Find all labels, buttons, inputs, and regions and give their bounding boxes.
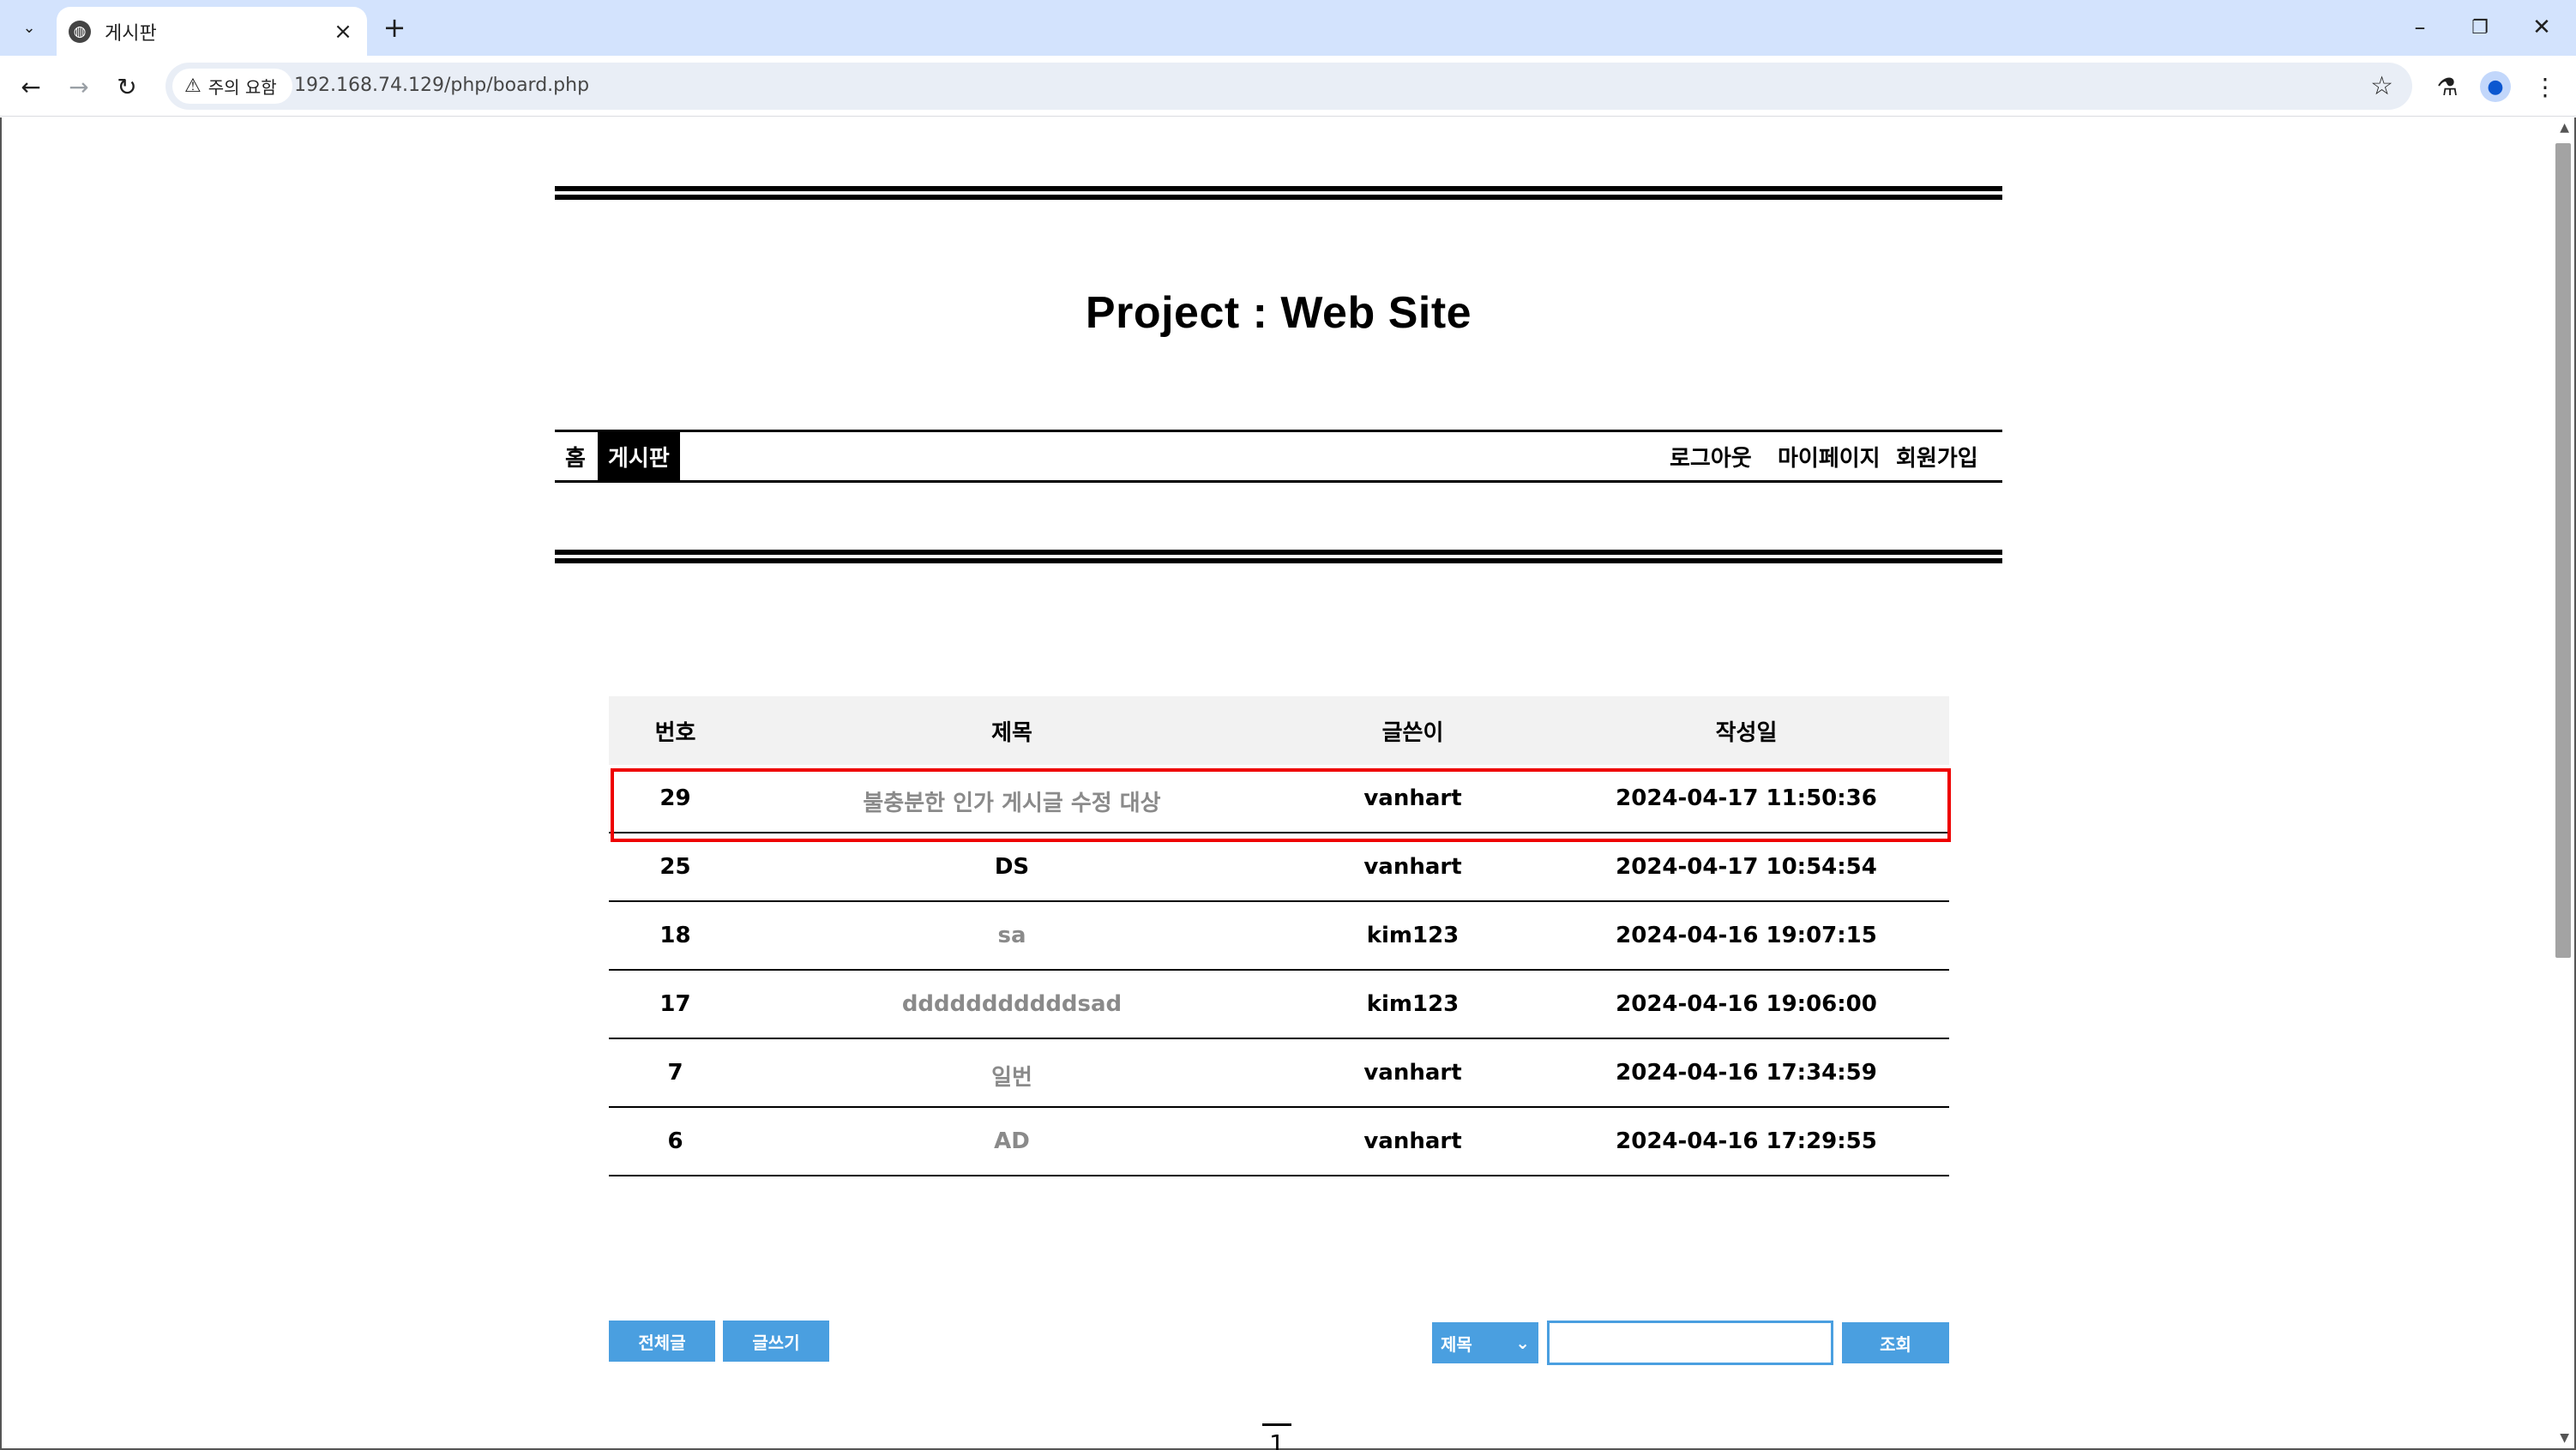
row-title-link[interactable]: dddddddddddsad xyxy=(742,991,1282,1017)
close-tab-icon[interactable]: × xyxy=(331,19,355,45)
row-number: 17 xyxy=(659,991,691,1017)
row-title-link[interactable]: AD xyxy=(742,1128,1282,1154)
row-number: 18 xyxy=(659,923,691,948)
address-bar[interactable]: ⚠ 주의 요함 192.168.74.129/php/board.php ☆ xyxy=(166,63,2412,110)
minimize-icon[interactable]: – xyxy=(2394,9,2446,46)
search-field-selected: 제목 xyxy=(1441,1333,1472,1355)
row-number: 7 xyxy=(667,1060,683,1086)
url-text[interactable]: 192.168.74.129/php/board.php xyxy=(294,75,589,96)
nav-mypage[interactable]: 마이페이지 xyxy=(1767,432,1891,480)
nav-board[interactable]: 게시판 xyxy=(598,432,680,480)
new-tab-icon[interactable]: + xyxy=(377,10,412,45)
top-double-rule xyxy=(555,186,2002,200)
row-title-link[interactable]: 일번 xyxy=(742,1060,1282,1092)
bookmark-star-icon[interactable]: ☆ xyxy=(2370,71,2393,101)
back-icon[interactable]: ← xyxy=(12,68,50,105)
chevron-down-icon: ⌄ xyxy=(1515,1333,1530,1353)
header-writer: 글쓴이 xyxy=(1381,719,1444,746)
table-header: 번호 제목 글쓴이 작성일 xyxy=(609,696,1949,765)
browser-tab[interactable]: ◍ 게시판 × xyxy=(57,7,367,56)
row-title-link[interactable]: sa xyxy=(742,923,1282,948)
forward-icon[interactable]: → xyxy=(60,68,98,105)
table-row: 7 일번 vanhart 2024-04-16 17:34:59 xyxy=(609,1039,1949,1108)
page-viewport: ▲ ▼ Project : Web Site 홈 게시판 로그아웃 마이페이지 … xyxy=(0,117,2576,1450)
reload-icon[interactable]: ↻ xyxy=(108,68,146,105)
site-title: Project : Web Site xyxy=(1085,288,1472,338)
browser-toolbar: ← → ↻ ⚠ 주의 요함 192.168.74.129/php/board.p… xyxy=(0,56,2576,117)
header-title: 제목 xyxy=(991,719,1032,746)
nav-logout[interactable]: 로그아웃 xyxy=(1659,432,1762,480)
warning-icon: ⚠ xyxy=(184,75,202,97)
header-date: 작성일 xyxy=(1715,719,1778,746)
search-button[interactable]: 조회 xyxy=(1842,1322,1949,1363)
all-posts-button[interactable]: 전체글 xyxy=(609,1321,715,1362)
highlight-box xyxy=(611,768,1951,842)
row-date: 2024-04-16 17:34:59 xyxy=(1616,1060,1877,1086)
table-row: 25 DS vanhart 2024-04-17 10:54:54 xyxy=(609,833,1949,902)
bottom-double-rule xyxy=(555,550,2002,563)
row-writer: vanhart xyxy=(1363,1128,1462,1154)
table-row: 6 AD vanhart 2024-04-16 17:29:55 xyxy=(609,1108,1949,1176)
row-date: 2024-04-17 10:54:54 xyxy=(1616,854,1877,880)
table-row: 18 sa kim123 2024-04-16 19:07:15 xyxy=(609,902,1949,971)
row-number: 6 xyxy=(667,1128,683,1154)
tab-strip: ⌄ ◍ 게시판 × + – ❐ ✕ xyxy=(0,0,2576,56)
globe-icon: ◍ xyxy=(69,20,91,43)
security-label: 주의 요함 xyxy=(208,77,277,98)
scroll-down-arrow-icon[interactable]: ▼ xyxy=(2560,1431,2569,1445)
row-writer: vanhart xyxy=(1363,1060,1462,1086)
row-title-link[interactable]: DS xyxy=(742,854,1282,880)
search-field-select[interactable]: 제목 ⌄ xyxy=(1432,1322,1538,1363)
restore-icon[interactable]: ❐ xyxy=(2454,9,2506,46)
row-writer: vanhart xyxy=(1363,854,1462,880)
site-nav: 홈 게시판 로그아웃 마이페이지 회원가입 xyxy=(555,430,2002,483)
scrollbar-thumb[interactable] xyxy=(2555,143,2571,958)
row-date: 2024-04-16 19:06:00 xyxy=(1616,991,1877,1017)
kebab-menu-icon[interactable]: ⋮ xyxy=(2526,68,2564,105)
row-writer: kim123 xyxy=(1366,991,1460,1017)
row-date: 2024-04-16 17:29:55 xyxy=(1616,1128,1877,1154)
labs-flask-icon[interactable]: ⚗ xyxy=(2429,68,2466,105)
table-row: 17 dddddddddddsad kim123 2024-04-16 19:0… xyxy=(609,971,1949,1039)
site-page: Project : Web Site 홈 게시판 로그아웃 마이페이지 회원가입… xyxy=(555,117,2002,1450)
row-writer: kim123 xyxy=(1366,923,1460,948)
search-input[interactable] xyxy=(1547,1321,1833,1365)
nav-signup[interactable]: 회원가입 xyxy=(1886,432,1989,480)
page-number-link[interactable]: 1 xyxy=(1262,1423,1291,1450)
security-chip[interactable]: ⚠ 주의 요함 xyxy=(172,69,292,104)
tab-search-icon[interactable]: ⌄ xyxy=(12,10,46,45)
header-number: 번호 xyxy=(654,719,696,746)
nav-home[interactable]: 홈 xyxy=(555,432,596,480)
profile-avatar-icon[interactable]: ● xyxy=(2480,71,2511,102)
row-date: 2024-04-16 19:07:15 xyxy=(1616,923,1877,948)
tab-title: 게시판 xyxy=(105,22,157,45)
scroll-up-arrow-icon[interactable]: ▲ xyxy=(2560,121,2569,135)
write-button[interactable]: 글쓰기 xyxy=(723,1321,829,1362)
row-number: 25 xyxy=(659,854,691,880)
window-close-icon[interactable]: ✕ xyxy=(2516,9,2567,46)
